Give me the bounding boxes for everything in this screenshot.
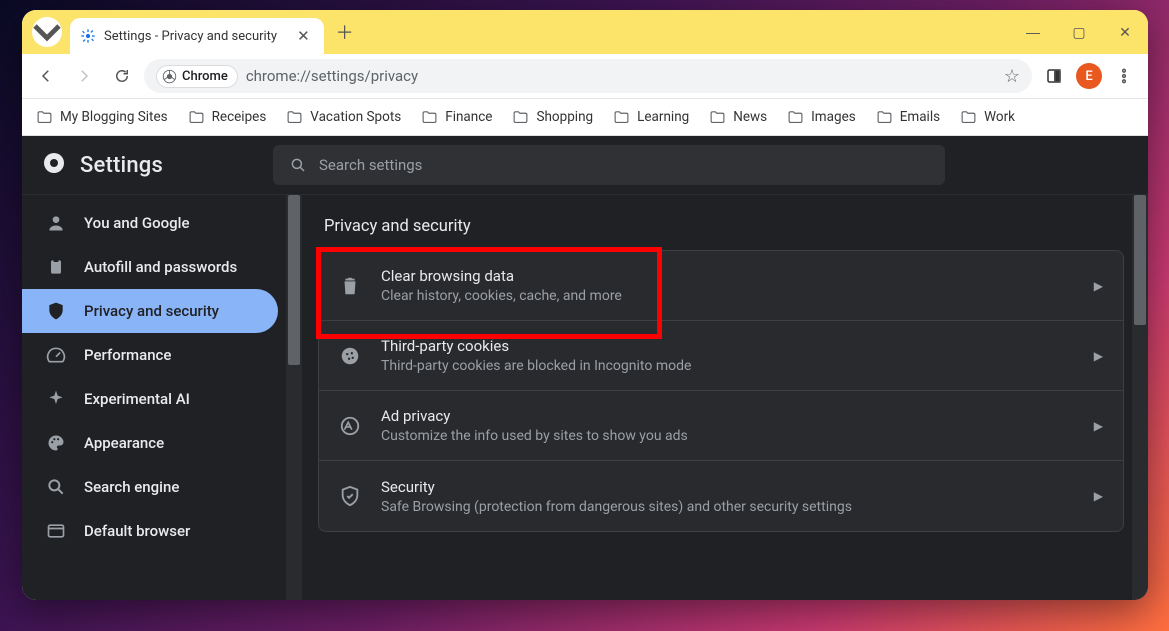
tab-search-button[interactable]	[32, 17, 62, 47]
folder-icon	[36, 109, 53, 126]
browser-toolbar: Chrome chrome://settings/privacy ☆ E	[22, 54, 1148, 99]
sidebar-item-search-engine[interactable]: Search engine	[22, 465, 278, 509]
bookmark-item[interactable]: Finance	[421, 109, 492, 126]
sidebar-item-default-browser[interactable]: Default browser	[22, 509, 278, 553]
settings-page: Settings Search settings You and Google …	[22, 136, 1148, 600]
settings-title: Settings	[80, 153, 163, 178]
url-text: chrome://settings/privacy	[246, 67, 418, 85]
palette-icon	[46, 433, 66, 453]
sidebar-item-autofill[interactable]: Autofill and passwords	[22, 245, 278, 289]
chevron-right-icon: ▶	[1094, 489, 1103, 503]
person-icon	[46, 213, 66, 233]
close-window-button[interactable]: ✕	[1102, 10, 1148, 54]
settings-content: Privacy and security Clear browsing data…	[302, 194, 1148, 600]
window-controls: ― ▢ ✕	[1010, 10, 1148, 54]
ad-icon	[339, 415, 361, 437]
settings-header: Settings Search settings	[22, 136, 1148, 194]
search-icon	[46, 477, 66, 497]
bookmark-item[interactable]: News	[709, 109, 767, 126]
tab-strip: Settings - Privacy and security ✕ ＋ ― ▢ …	[22, 10, 1148, 54]
sidebar-item-appearance[interactable]: Appearance	[22, 421, 278, 465]
forward-button[interactable]	[68, 60, 100, 92]
close-tab-button[interactable]: ✕	[293, 27, 314, 45]
folder-icon	[876, 109, 893, 126]
browser-window: Settings - Privacy and security ✕ ＋ ― ▢ …	[22, 10, 1148, 600]
folder-icon	[512, 109, 529, 126]
settings-sidebar: You and Google Autofill and passwords Pr…	[22, 194, 302, 600]
row-third-party-cookies[interactable]: Third-party cookies Third-party cookies …	[319, 321, 1123, 391]
side-panel-button[interactable]	[1038, 60, 1070, 92]
row-security[interactable]: Security Safe Browsing (protection from …	[319, 461, 1123, 531]
chevron-right-icon: ▶	[1094, 279, 1103, 293]
row-clear-browsing-data[interactable]: Clear browsing data Clear history, cooki…	[319, 251, 1123, 321]
settings-search-input[interactable]: Search settings	[273, 145, 945, 185]
address-bar[interactable]: Chrome chrome://settings/privacy ☆	[144, 59, 1032, 93]
browser-tab[interactable]: Settings - Privacy and security ✕	[70, 18, 324, 54]
row-ad-privacy[interactable]: Ad privacy Customize the info used by si…	[319, 391, 1123, 461]
speedometer-icon	[46, 345, 66, 365]
content-scrollbar[interactable]	[1132, 195, 1148, 600]
bookmark-star-icon[interactable]: ☆	[1004, 66, 1020, 87]
sidebar-item-privacy[interactable]: Privacy and security	[22, 289, 278, 333]
folder-icon	[787, 109, 804, 126]
back-button[interactable]	[30, 60, 62, 92]
bookmark-bar: My Blogging Sites Receipes Vacation Spot…	[22, 99, 1148, 136]
sparkle-icon	[46, 389, 66, 409]
sidebar-item-you-google[interactable]: You and Google	[22, 201, 278, 245]
bookmark-item[interactable]: Emails	[876, 109, 940, 126]
folder-icon	[613, 109, 630, 126]
bookmark-item[interactable]: Receipes	[188, 109, 267, 126]
bookmark-item[interactable]: My Blogging Sites	[36, 109, 168, 126]
chevron-right-icon: ▶	[1094, 349, 1103, 363]
site-chip: Chrome	[156, 65, 238, 88]
search-icon	[289, 156, 307, 174]
folder-icon	[960, 109, 977, 126]
bookmark-item[interactable]: Shopping	[512, 109, 593, 126]
chrome-icon	[162, 69, 177, 84]
new-tab-button[interactable]: ＋	[330, 17, 360, 47]
profile-avatar[interactable]: E	[1076, 63, 1102, 89]
privacy-card: Clear browsing data Clear history, cooki…	[318, 250, 1124, 532]
sidebar-item-performance[interactable]: Performance	[22, 333, 278, 377]
tab-title: Settings - Privacy and security	[104, 29, 277, 44]
search-placeholder: Search settings	[319, 156, 422, 174]
section-title: Privacy and security	[318, 209, 1132, 250]
chrome-logo-icon	[42, 151, 66, 179]
bookmark-item[interactable]: Vacation Spots	[286, 109, 401, 126]
folder-icon	[188, 109, 205, 126]
folder-icon	[286, 109, 303, 126]
shield-check-icon	[339, 485, 361, 507]
reload-button[interactable]	[106, 60, 138, 92]
clipboard-icon	[46, 257, 66, 277]
sidebar-scrollbar[interactable]	[286, 195, 302, 600]
chevron-right-icon: ▶	[1094, 419, 1103, 433]
gear-icon	[80, 28, 96, 44]
bookmark-item[interactable]: Images	[787, 109, 856, 126]
maximize-button[interactable]: ▢	[1056, 10, 1102, 54]
sidebar-item-experimental[interactable]: Experimental AI	[22, 377, 278, 421]
folder-icon	[421, 109, 438, 126]
bookmark-item[interactable]: Learning	[613, 109, 689, 126]
settings-body: You and Google Autofill and passwords Pr…	[22, 194, 1148, 600]
browser-icon	[46, 521, 66, 541]
cookie-icon	[339, 345, 361, 367]
trash-icon	[339, 275, 361, 297]
folder-icon	[709, 109, 726, 126]
minimize-button[interactable]: ―	[1010, 10, 1056, 54]
kebab-menu-button[interactable]	[1108, 60, 1140, 92]
site-chip-label: Chrome	[182, 69, 228, 84]
bookmark-item[interactable]: Work	[960, 109, 1015, 126]
shield-icon	[46, 301, 66, 321]
